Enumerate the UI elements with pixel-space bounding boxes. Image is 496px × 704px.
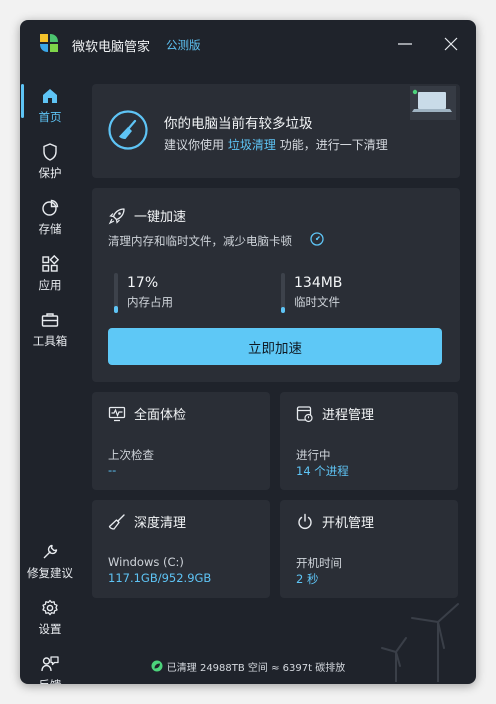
close-button[interactable] — [436, 30, 466, 58]
deep-clean-drive: Windows (C:) — [108, 555, 184, 569]
junk-alert-banner[interactable]: 你的电脑当前有较多垃圾 建议你使用 垃圾清理 功能，进行一下清理 — [92, 84, 460, 178]
checkup-tile[interactable]: 全面体检 上次检查 -- — [92, 392, 270, 490]
app-logo-icon — [40, 34, 58, 52]
wrench-icon — [43, 544, 58, 559]
deep-clean-title: 深度清理 — [134, 516, 187, 531]
boost-now-button[interactable]: 立即加速 — [108, 328, 442, 365]
beta-badge: 公测版 — [166, 38, 201, 52]
startup-value: 2 秒 — [296, 572, 319, 586]
rocket-icon — [108, 207, 125, 224]
boost-description: 清理内存和临时文件，减少电脑卡顿 — [108, 234, 292, 248]
banner-subtitle: 建议你使用 垃圾清理 功能，进行一下清理 — [164, 136, 388, 153]
process-header: 进程管理 — [296, 404, 374, 423]
banner-title: 你的电脑当前有较多垃圾 — [164, 116, 313, 132]
temp-files-meter — [281, 273, 285, 313]
nav-label-home: 首页 — [38, 110, 62, 124]
boost-title: 一键加速 — [134, 210, 187, 225]
process-key: 进行中 — [296, 448, 331, 462]
boost-card: 一键加速 清理内存和临时文件，减少电脑卡顿 17% 内存占用 134MB 临时文… — [92, 188, 460, 382]
memory-usage-label: 内存占用 — [127, 295, 173, 309]
sidebar-nav: 首页 保护 存储 应用 工具箱 修复建议 设置 — [20, 68, 80, 684]
nav-item-repair[interactable]: 修复建议 — [20, 538, 80, 590]
startup-title: 开机管理 — [322, 516, 375, 531]
startup-tile[interactable]: 开机管理 开机时间 2 秒 — [280, 500, 458, 598]
startup-header: 开机管理 — [296, 512, 374, 531]
eco-leaf-icon — [151, 660, 163, 672]
home-icon — [43, 89, 57, 103]
footer: 已清理 24988TB 空间 ≈ 6397t 碳排放 — [20, 656, 476, 676]
app-window: 微软电脑管家 公测版 首页 保护 存储 应用 工具箱 修复建议 设置 你的电脑当… — [20, 20, 476, 684]
deep-clean-header: 深度清理 — [108, 512, 186, 531]
nav-item-toolbox[interactable]: 工具箱 — [20, 306, 80, 358]
laptop-illustration-icon — [410, 86, 456, 120]
nav-label-repair: 修复建议 — [27, 566, 73, 580]
nav-item-apps[interactable]: 应用 — [20, 250, 80, 302]
process-tile[interactable]: 进程管理 进行中 14 个进程 — [280, 392, 458, 490]
process-window-icon — [296, 405, 313, 422]
monitor-pulse-icon — [108, 406, 126, 421]
minimize-icon — [398, 43, 412, 45]
broom-icon — [108, 110, 148, 150]
nav-label-settings: 设置 — [38, 622, 62, 636]
checkup-key: 上次检查 — [108, 448, 154, 462]
nav-item-storage[interactable]: 存储 — [20, 194, 80, 246]
shield-icon — [43, 143, 57, 161]
deep-clean-usage: 117.1GB/952.9GB — [108, 571, 212, 585]
toolbox-icon — [41, 313, 59, 327]
nav-item-settings[interactable]: 设置 — [20, 594, 80, 646]
memory-usage-value: 17% — [127, 275, 159, 291]
banner-text-after: 功能，进行一下清理 — [279, 138, 388, 152]
banner-text-before: 建议你使用 — [164, 138, 225, 152]
close-icon — [444, 37, 458, 51]
minimize-button[interactable] — [390, 30, 420, 58]
checkup-title: 全面体检 — [134, 408, 187, 423]
app-title: 微软电脑管家 — [72, 40, 151, 55]
checkup-value: -- — [108, 463, 117, 477]
title-bar: 微软电脑管家 公测版 — [20, 20, 476, 68]
checkup-header: 全面体检 — [108, 404, 186, 423]
gear-icon — [42, 599, 58, 616]
deep-clean-tile[interactable]: 深度清理 Windows (C:) 117.1GB/952.9GB — [92, 500, 270, 598]
speed-gauge-icon[interactable] — [310, 232, 324, 246]
nav-label-protect: 保护 — [38, 166, 62, 180]
temp-files-label: 临时文件 — [294, 295, 340, 309]
nav-label-storage: 存储 — [38, 222, 62, 236]
startup-key: 开机时间 — [296, 556, 342, 570]
nav-item-protect[interactable]: 保护 — [20, 138, 80, 190]
broom-small-icon — [108, 513, 125, 530]
footer-carbon-text: 已清理 24988TB 空间 ≈ 6397t 碳排放 — [166, 662, 346, 674]
apps-grid-icon — [42, 254, 60, 272]
temp-files-fill — [281, 307, 285, 313]
nav-label-feedback: 反馈 — [39, 677, 62, 684]
nav-label-toolbox: 工具箱 — [32, 334, 68, 348]
temp-files-value: 134MB — [294, 275, 343, 291]
pie-chart-icon — [42, 199, 59, 216]
nav-label-apps: 应用 — [38, 278, 62, 292]
power-icon — [298, 513, 312, 529]
memory-usage-fill — [114, 306, 118, 313]
process-title: 进程管理 — [322, 408, 375, 423]
boost-header: 一键加速 — [108, 206, 186, 225]
process-value: 14 个进程 — [296, 464, 349, 478]
memory-usage-meter — [114, 273, 118, 313]
junk-clean-link[interactable]: 垃圾清理 — [228, 138, 276, 152]
nav-item-home[interactable]: 首页 — [20, 82, 80, 134]
